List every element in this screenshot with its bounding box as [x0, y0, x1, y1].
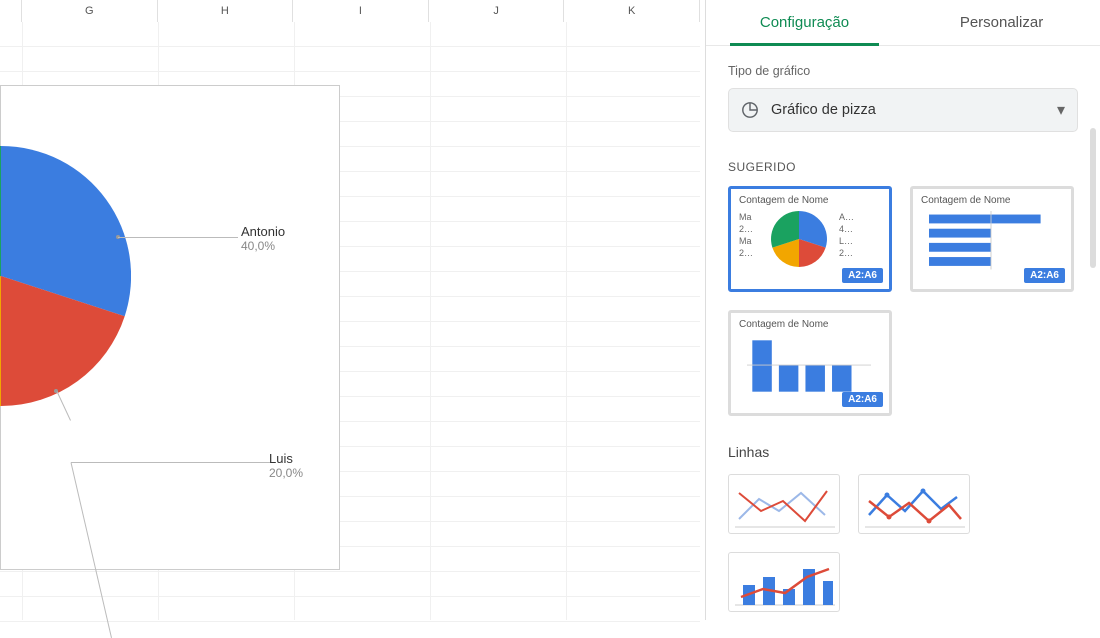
lines-header: Linhas	[728, 444, 1078, 460]
col-header[interactable]: H	[158, 0, 294, 22]
spreadsheet-grid[interactable]: G H I J K	[0, 0, 700, 620]
col-header[interactable]: G	[22, 0, 158, 22]
tabs: Configuração Personalizar	[706, 0, 1100, 46]
col-header[interactable]	[0, 0, 22, 22]
suggested-hbar-thumb[interactable]: Contagem de Nome A2:A6	[910, 186, 1074, 292]
suggested-header: SUGERIDO	[728, 160, 1078, 174]
pie-icon	[741, 101, 759, 119]
col-header[interactable]: I	[293, 0, 429, 22]
slice-label-luis: Luis 20,0%	[269, 451, 303, 480]
tab-setup[interactable]: Configuração	[706, 0, 903, 45]
suggested-pie-thumb[interactable]: Contagem de Nome Ma 2… Ma 2… A… 4… L…	[728, 186, 892, 292]
chart-editor-panel: Configuração Personalizar Tipo de gráfic…	[705, 0, 1100, 620]
line-chart-thumb-1[interactable]	[728, 474, 840, 534]
column-headers: G H I J K	[0, 0, 700, 22]
col-header[interactable]: K	[564, 0, 700, 22]
range-tag: A2:A6	[1024, 268, 1065, 283]
line-chart-thumb-2[interactable]	[858, 474, 970, 534]
scrollbar[interactable]	[1090, 128, 1096, 268]
mini-labels-left: Ma 2… Ma 2…	[739, 211, 753, 259]
range-tag: A2:A6	[842, 268, 883, 283]
chart-type-label: Tipo de gráfico	[728, 64, 1078, 78]
mini-labels-right: A… 4… L… 2…	[839, 211, 854, 259]
chevron-down-icon: ▾	[1057, 100, 1065, 120]
col-header[interactable]: J	[429, 0, 565, 22]
chart-container[interactable]: Antonio 40,0% Luis 20,0%	[0, 85, 340, 570]
tab-customize[interactable]: Personalizar	[903, 0, 1100, 45]
range-tag: A2:A6	[842, 392, 883, 407]
combo-chart-thumb[interactable]	[728, 552, 840, 612]
slice-label-antonio: Antonio 40,0%	[241, 224, 285, 253]
pie-chart	[0, 146, 131, 406]
chart-type-dropdown[interactable]: Gráfico de pizza ▾	[728, 88, 1078, 132]
suggested-vbar-thumb[interactable]: Contagem de Nome A2:A6	[728, 310, 892, 416]
